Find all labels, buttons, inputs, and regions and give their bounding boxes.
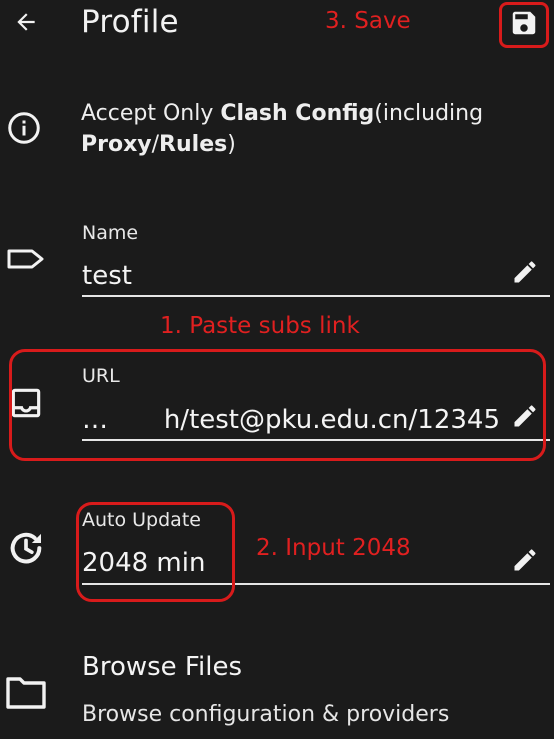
notice-text: ) <box>227 132 236 157</box>
annotation-box-save <box>499 2 549 48</box>
notice-text: / <box>151 132 160 157</box>
pencil-edit-icon <box>514 549 536 571</box>
notice-bold-rules: Rules <box>159 132 228 157</box>
edit-name-button[interactable] <box>508 255 542 289</box>
folder-icon <box>4 673 48 711</box>
back-button[interactable] <box>8 4 44 40</box>
config-notice: Accept Only Clash Config(including Proxy… <box>81 98 541 160</box>
annotation-box-auto-update <box>76 502 235 602</box>
browse-files-item[interactable]: Browse Files <box>82 652 242 682</box>
annotation-box-url <box>9 349 546 461</box>
info-circle-icon <box>6 110 42 146</box>
pencil-edit-icon <box>514 261 536 283</box>
label-tag-icon <box>6 242 46 276</box>
arrow-back-icon <box>17 13 35 31</box>
edit-auto-update-button[interactable] <box>508 543 542 577</box>
browse-files-subtitle: Browse configuration & providers <box>82 702 450 727</box>
annotation-paste: 1. Paste subs link <box>160 313 360 339</box>
name-field-underline <box>82 295 550 297</box>
page-title: Profile <box>81 4 179 40</box>
annotation-input: 2. Input 2048 <box>256 535 411 561</box>
annotation-save: 3. Save <box>325 8 411 34</box>
notice-bold-proxy: Proxy <box>81 132 152 157</box>
notice-bold-clash-config: Clash Config <box>220 101 375 126</box>
notice-text: Accept Only <box>81 101 221 126</box>
name-label: Name <box>82 222 139 244</box>
notice-text: (including <box>374 101 484 126</box>
update-history-icon <box>6 528 46 568</box>
name-field[interactable]: test <box>82 261 132 291</box>
